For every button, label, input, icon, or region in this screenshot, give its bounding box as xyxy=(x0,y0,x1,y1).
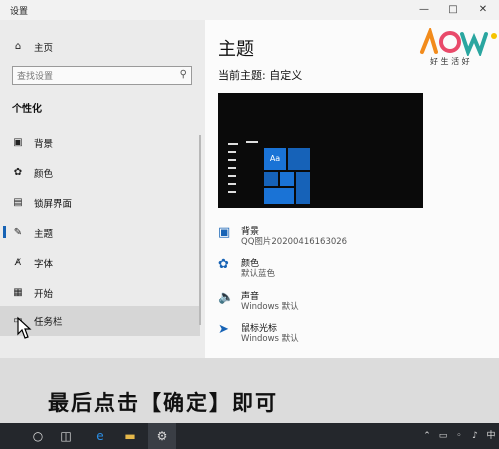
start-icon: ▦ xyxy=(13,287,23,298)
sidebar-item-themes[interactable]: ✎ 主题 xyxy=(0,218,200,246)
image-icon: ▣ xyxy=(218,225,231,240)
page-title: 主题 xyxy=(218,39,254,60)
main-content: 主题 当前主题: 自定义 Aa ▣ 背景 QQ图片20200416163026 … xyxy=(205,20,499,358)
battery-icon[interactable]: ▭ xyxy=(436,423,450,449)
speaker-icon: 🔈 xyxy=(218,290,235,305)
sidebar-item-fonts[interactable]: A̸ 字体 xyxy=(0,248,200,276)
mouse-cursor-icon xyxy=(17,316,32,339)
edge-icon[interactable]: e xyxy=(86,423,114,449)
sidebar-item-label: 字体 xyxy=(34,259,54,270)
palette-icon: ✿ xyxy=(218,257,229,272)
home-icon: ⌂ xyxy=(14,41,22,52)
watermark-logo: 好 生 活 好 xyxy=(418,25,498,68)
setting-mouse-cursor[interactable]: ➤ 鼠标光标 Windows 默认 xyxy=(218,320,418,352)
font-icon: A̸ xyxy=(14,258,22,268)
search-icon: ⚲ xyxy=(179,69,187,80)
preview-start-menu xyxy=(226,143,240,203)
sidebar-item-home[interactable]: ⌂ 主页 xyxy=(0,32,200,60)
sidebar-item-label: 任务栏 xyxy=(34,317,63,328)
file-explorer-icon[interactable]: ▬ xyxy=(116,423,144,449)
sidebar-item-background[interactable]: ▣ 背景 xyxy=(0,128,200,156)
volume-icon[interactable]: ♪ xyxy=(468,423,482,449)
sidebar-item-lock-screen[interactable]: ▤ 锁屏界面 xyxy=(0,188,200,216)
sidebar-item-label: 开始 xyxy=(34,289,54,300)
setting-value: Windows 默认 xyxy=(241,334,299,344)
setting-sounds[interactable]: 🔈 声音 Windows 默认 xyxy=(218,288,418,320)
cortana-icon[interactable]: ○ xyxy=(24,423,52,449)
setting-value: QQ图片20200416163026 xyxy=(241,237,348,247)
image-icon: ▣ xyxy=(13,137,23,148)
setting-value: Windows 默认 xyxy=(241,302,299,312)
window-title: 设置 xyxy=(10,7,29,17)
task-view-icon[interactable]: ◫ xyxy=(52,423,80,449)
search-input[interactable]: 查找设置 ⚲ xyxy=(12,66,192,85)
sidebar-item-label: 背景 xyxy=(34,139,54,150)
preview-tile-aa: Aa xyxy=(264,148,286,170)
theme-icon: ✎ xyxy=(13,227,23,238)
current-theme-label: 当前主题: 自定义 xyxy=(218,69,303,82)
network-icon[interactable]: ◦ xyxy=(452,423,466,449)
sidebar-item-label: 主题 xyxy=(34,229,54,240)
taskbar: ○ ◫ e ▬ ⚙ ⌃ ▭ ◦ ♪ 中 xyxy=(0,423,499,449)
settings-gear-icon[interactable]: ⚙ xyxy=(148,423,176,449)
sidebar: ⌂ 主页 查找设置 ⚲ 个性化 ▣ 背景 ✿ 颜色 ▤ 锁屏界面 ✎ 主题 A̸… xyxy=(0,20,205,358)
section-title: 个性化 xyxy=(12,104,42,115)
sidebar-item-label: 锁屏界面 xyxy=(34,199,73,210)
close-button[interactable]: ✕ xyxy=(468,0,498,20)
settings-window: 设置 — □ ✕ ⌂ 主页 查找设置 ⚲ 个性化 ▣ 背景 ✿ 颜色 ▤ 锁屏界… xyxy=(0,0,499,358)
title-bar: 设置 — □ ✕ xyxy=(0,0,499,20)
minimize-button[interactable]: — xyxy=(409,0,439,20)
preview-tiles: Aa xyxy=(264,148,314,206)
tray-chevron-icon[interactable]: ⌃ xyxy=(420,423,434,449)
search-placeholder: 查找设置 xyxy=(17,72,54,82)
setting-value: 默认蓝色 xyxy=(241,269,276,279)
theme-preview: Aa xyxy=(218,93,423,208)
palette-icon: ✿ xyxy=(13,167,23,178)
logo-graphic xyxy=(420,25,497,58)
logo-text: 好 生 活 好 xyxy=(430,57,470,66)
sidebar-item-label: 主页 xyxy=(34,43,54,54)
lock-screen-icon: ▤ xyxy=(13,197,23,208)
input-method-icon[interactable]: 中 xyxy=(484,423,498,449)
setting-colors[interactable]: ✿ 颜色 默认蓝色 xyxy=(218,255,418,287)
sidebar-item-colors[interactable]: ✿ 颜色 xyxy=(0,158,200,186)
sidebar-item-start[interactable]: ▦ 开始 xyxy=(0,278,200,306)
sidebar-item-label: 颜色 xyxy=(34,169,54,180)
maximize-button[interactable]: □ xyxy=(438,0,468,20)
setting-background[interactable]: ▣ 背景 QQ图片20200416163026 xyxy=(218,223,418,255)
video-caption: 最后点击【确定】即可 xyxy=(48,391,278,415)
selection-indicator xyxy=(3,226,6,238)
sidebar-scrollbar[interactable] xyxy=(199,135,201,325)
cursor-icon: ➤ xyxy=(218,322,229,337)
